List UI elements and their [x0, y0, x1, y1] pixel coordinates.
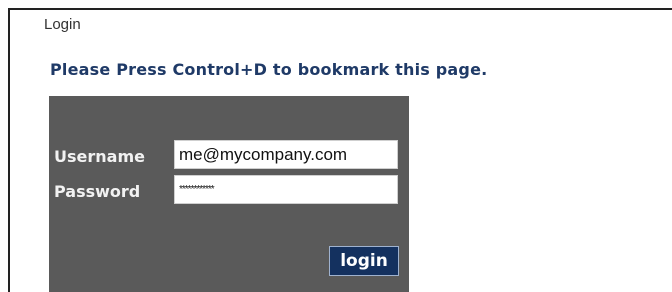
username-input[interactable] [174, 140, 398, 169]
page-title: Login [44, 16, 81, 33]
password-input[interactable] [174, 175, 398, 204]
username-label: Username [54, 147, 145, 166]
password-label: Password [54, 182, 141, 201]
page-frame: Login Please Press Control+D to bookmark… [8, 8, 672, 292]
login-panel: Username Password login [49, 96, 409, 292]
bookmark-message: Please Press Control+D to bookmark this … [50, 60, 488, 79]
login-button[interactable]: login [329, 246, 399, 276]
